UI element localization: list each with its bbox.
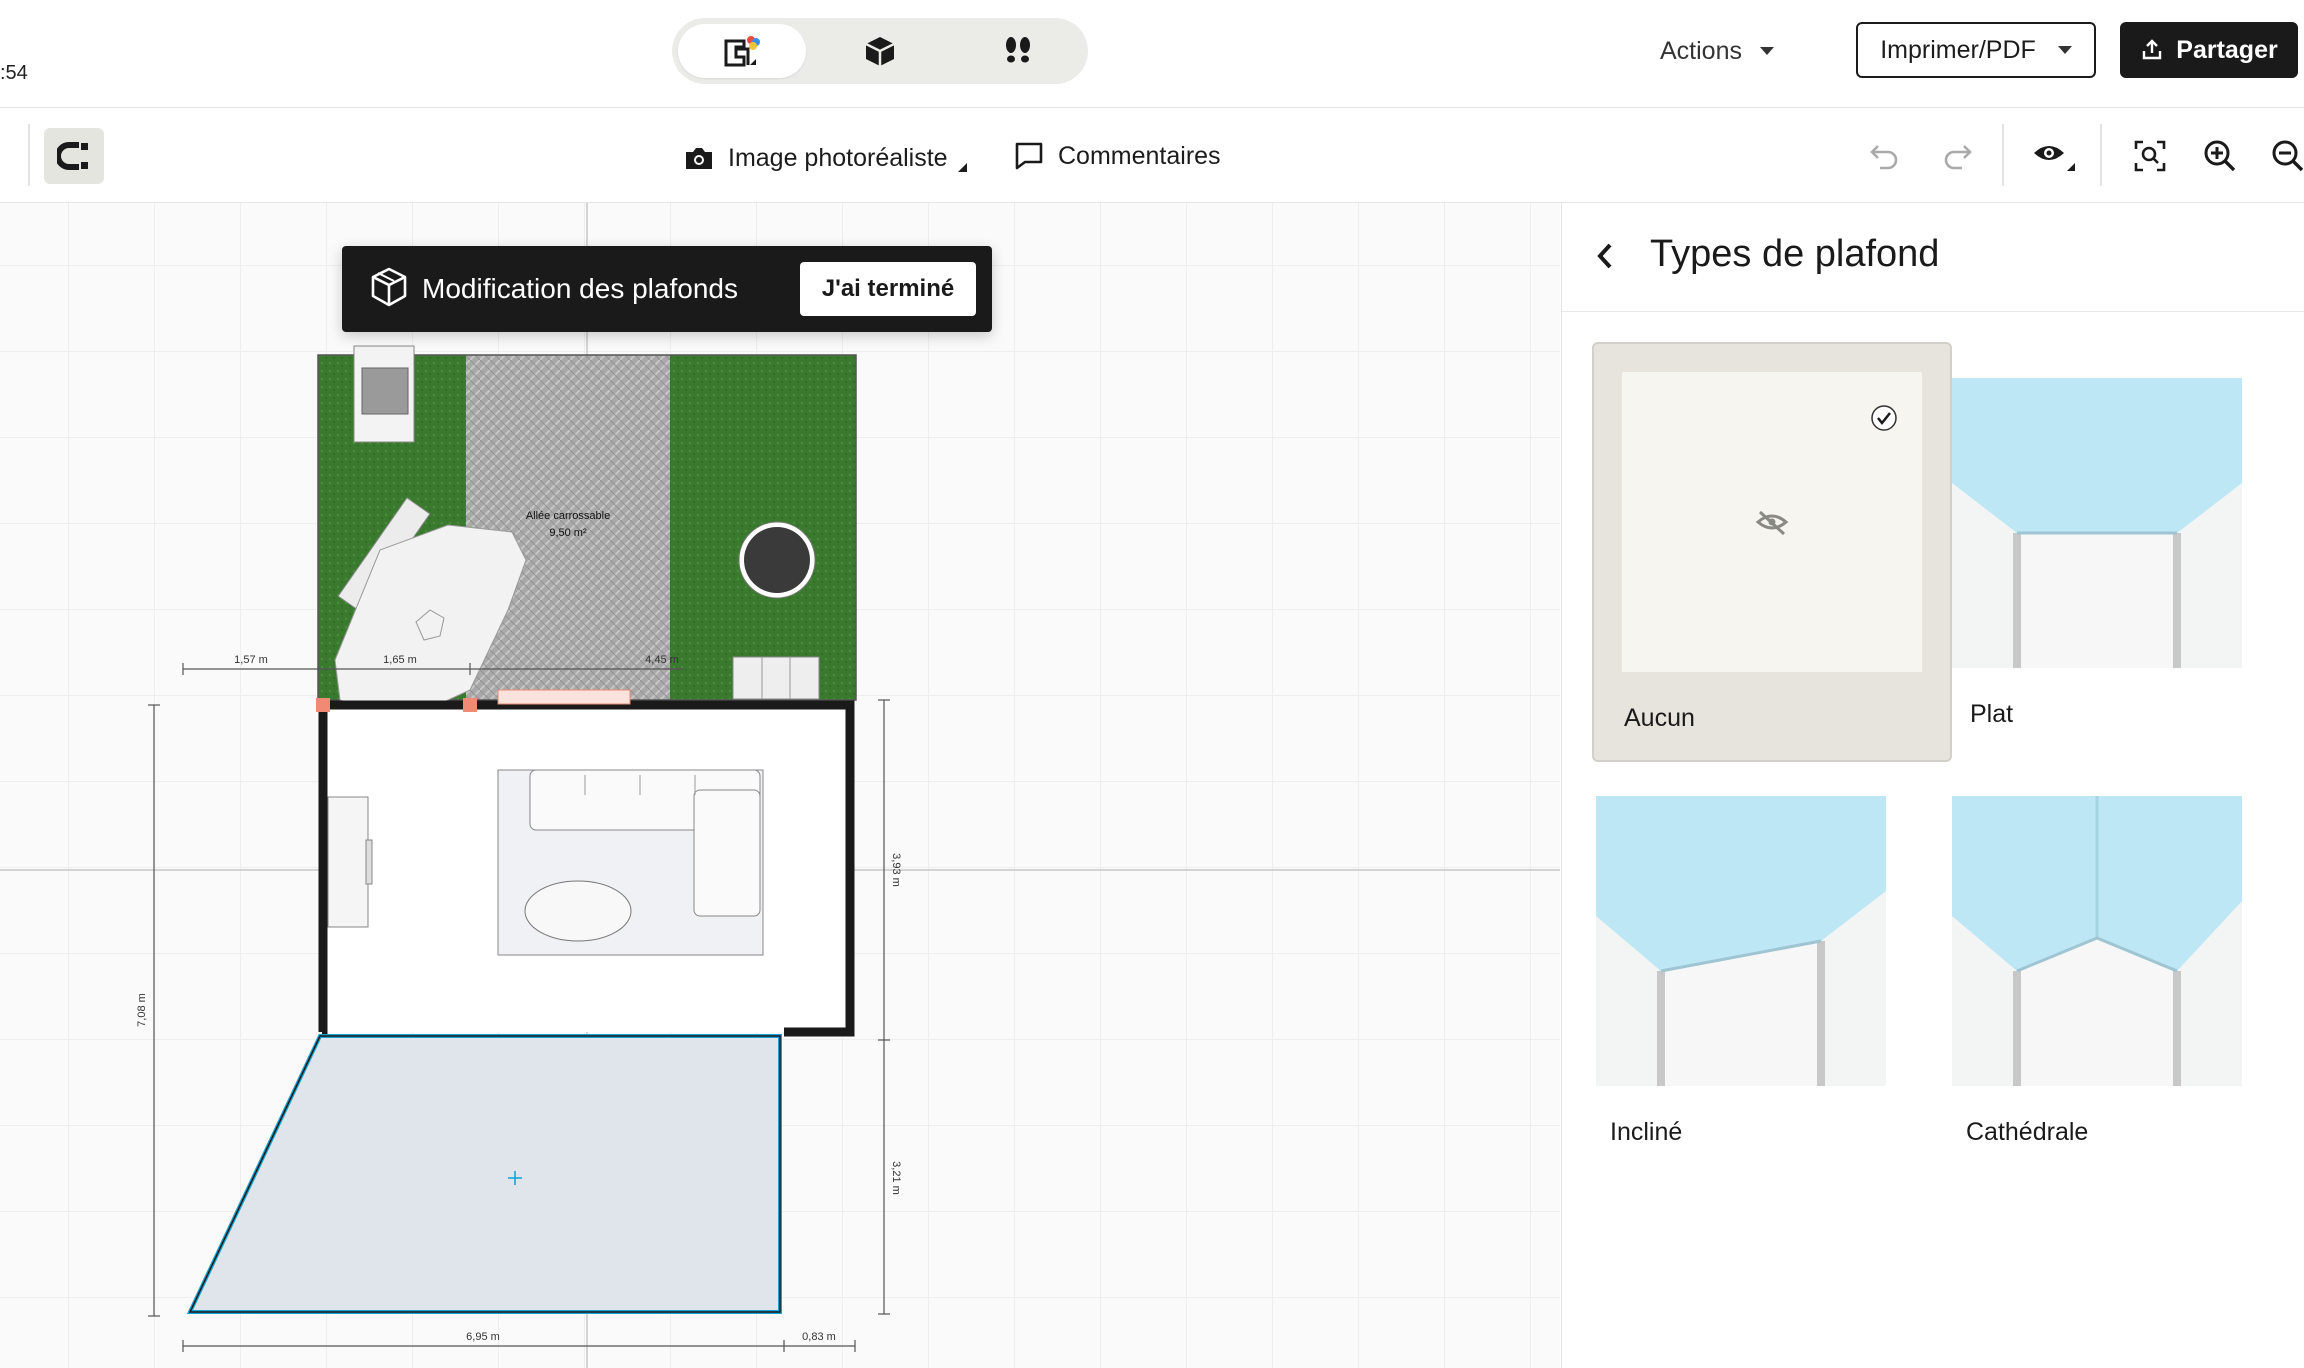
zoom-in-button[interactable] — [2200, 136, 2240, 176]
dimension-left — [148, 704, 160, 1317]
ceiling-type-sloped-card[interactable]: Incliné — [1592, 760, 1952, 1180]
panel-title: Types de plafond — [1650, 233, 1940, 275]
share-label: Partager — [2176, 35, 2278, 64]
chevron-left-icon[interactable] — [1594, 241, 1616, 276]
clock-fragment: :54 — [0, 62, 28, 84]
toolbar-divider — [2002, 124, 2004, 186]
zoom-out-button[interactable] — [2268, 136, 2304, 176]
actions-label: Actions — [1660, 36, 1742, 65]
view-mode-switch — [672, 18, 1088, 84]
banner-title: Modification des plafonds — [422, 273, 738, 304]
editor-toolbar: Image photoréaliste Commentaires — [0, 108, 2304, 203]
share-button[interactable]: Partager — [2120, 22, 2298, 78]
driveway-area: 9,50 m² — [549, 527, 587, 539]
ceiling-types-panel: Types de plafond Aucun Plat Incliné Cath… — [1561, 203, 2304, 1368]
ceiling-type-label: Plat — [1970, 700, 2014, 728]
window-opening[interactable] — [497, 689, 631, 705]
zoom-in-icon — [2204, 140, 2236, 172]
rug-and-sofa[interactable] — [497, 769, 764, 956]
ceiling-none-thumbnail — [1622, 372, 1922, 672]
done-button[interactable]: J'ai terminé — [800, 262, 976, 316]
camera-icon — [686, 148, 712, 169]
comments-label: Commentaires — [1058, 141, 1221, 170]
ceiling-type-flat-card[interactable]: Plat — [1952, 342, 2304, 762]
fit-to-screen-button[interactable] — [2130, 136, 2170, 176]
toolbar-divider — [2100, 124, 2102, 186]
check-icon — [1871, 405, 1897, 431]
floorplan-2d-icon — [724, 36, 760, 67]
photo-label: Image photoréaliste — [728, 143, 948, 172]
comments-button[interactable]: Commentaires — [1014, 136, 1221, 176]
panel-header: Types de plafond — [1562, 203, 2304, 312]
ceiling-flat-thumbnail — [1952, 378, 2252, 678]
garden-bench[interactable] — [732, 656, 820, 700]
wall-handle[interactable] — [316, 698, 330, 712]
eye-hidden-icon — [1755, 510, 1789, 536]
sideboard[interactable] — [327, 796, 373, 928]
ceiling-cathedral-thumbnail — [1952, 796, 2252, 1096]
view-mode-3d-button[interactable] — [816, 24, 944, 78]
driveway-label: Allée carrossable — [526, 510, 610, 522]
zoom-out-icon — [2272, 140, 2304, 172]
floor-plan-canvas[interactable]: Allée carrossable 9,50 m² 1,57 m 1,65 m … — [0, 203, 1560, 1368]
redo-icon — [1944, 145, 1972, 170]
visibility-menu-button[interactable] — [2030, 136, 2078, 176]
ceiling-type-label: Cathédrale — [1966, 1118, 2089, 1146]
dimension-label: 7,08 m — [136, 993, 148, 1027]
dimension-label: 1,65 m — [383, 654, 417, 666]
dimension-label: 0,83 m — [802, 1331, 836, 1343]
comment-icon — [1015, 142, 1043, 170]
dimension-label: 3,21 m — [890, 1161, 902, 1195]
cube-3d-icon — [865, 37, 895, 66]
dimension-label: 3,93 m — [890, 853, 902, 887]
undo-icon — [1870, 145, 1898, 170]
zoom-fit-icon — [2134, 140, 2166, 172]
undo-button[interactable] — [1864, 136, 1904, 176]
wall-handle[interactable] — [463, 698, 477, 712]
floor-plan-drawing[interactable]: Allée carrossable 9,50 m² 1,57 m 1,65 m … — [0, 203, 1560, 1368]
share-upload-icon — [2143, 39, 2162, 60]
dimension-bottom — [182, 1340, 856, 1352]
dimension-label: 4,45 m — [645, 654, 679, 666]
redo-button[interactable] — [1938, 136, 1978, 176]
photorealistic-image-button[interactable]: Image photoréaliste — [684, 138, 967, 178]
chevron-down-icon — [2057, 46, 2072, 54]
actions-menu-button[interactable]: Actions — [1660, 26, 1774, 76]
chevron-down-icon — [1759, 47, 1774, 55]
ceiling-type-label: Aucun — [1624, 704, 1695, 732]
grill-object[interactable] — [353, 345, 415, 443]
snap-magnet-button[interactable] — [44, 128, 104, 184]
ceiling-type-label: Incliné — [1610, 1118, 1683, 1146]
view-mode-2d-button[interactable] — [678, 24, 806, 78]
print-pdf-button[interactable]: Imprimer/PDF — [1856, 22, 2096, 78]
ceiling-box-icon — [370, 266, 408, 313]
ceiling-edit-banner: Modification des plafonds J'ai terminé — [342, 246, 992, 332]
ceiling-type-none-card[interactable]: Aucun — [1592, 342, 1952, 762]
selected-floor-area[interactable] — [186, 1034, 782, 1314]
dropdown-corner-icon — [957, 162, 967, 172]
view-mode-walk-button[interactable] — [954, 24, 1082, 78]
print-label: Imprimer/PDF — [1880, 35, 2036, 64]
footprints-icon — [1006, 37, 1030, 63]
magnet-icon — [57, 142, 88, 170]
top-bar: :54 Actions Imprimer/PDF Partager — [0, 0, 2304, 108]
round-trampoline[interactable] — [738, 521, 816, 599]
ceiling-sloped-thumbnail — [1596, 796, 1896, 1096]
toolbar-divider — [28, 124, 30, 186]
eye-icon — [2034, 146, 2075, 171]
dimension-label: 6,95 m — [466, 1331, 500, 1343]
dimension-right — [878, 699, 890, 1315]
ceiling-type-cathedral-card[interactable]: Cathédrale — [1952, 760, 2304, 1180]
dimension-label: 1,57 m — [234, 654, 268, 666]
